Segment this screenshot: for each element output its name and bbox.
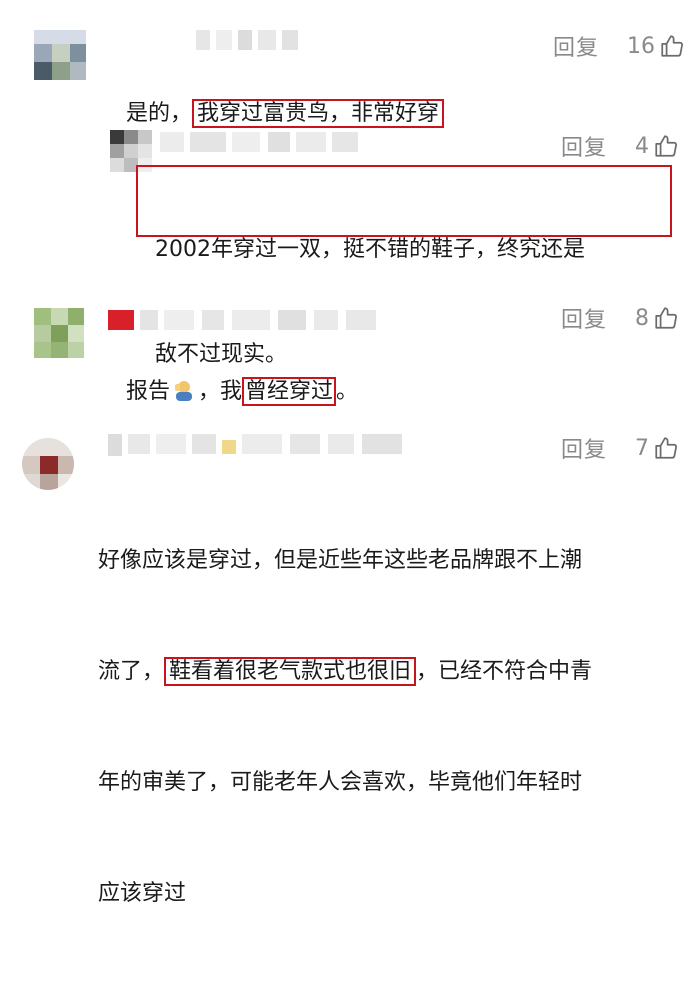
username-blurred[interactable]: [196, 30, 316, 52]
thumbs-up-icon[interactable]: [653, 133, 679, 159]
comment-actions: 回复 4: [561, 130, 679, 162]
username-blurred[interactable]: [108, 434, 408, 456]
thumbs-up-icon[interactable]: [653, 305, 679, 331]
reply-button[interactable]: 回复: [561, 130, 607, 162]
comment-3: 回复 8 报告 ，我 曾经穿过。: [0, 290, 700, 410]
comment-actions: 回复 7: [561, 432, 679, 464]
avatar[interactable]: [22, 438, 74, 490]
comment-text-line3: 年的审美了，可能老年人会喜欢，毕竟他们年轻时: [98, 770, 583, 795]
comment-text-line4: 应该穿过: [98, 881, 187, 906]
comment-text-line1: 2002年穿过一双，挺不错的鞋子，终究还是: [155, 237, 585, 262]
like-count: 16: [627, 33, 656, 59]
avatar[interactable]: [34, 30, 86, 80]
comment-actions: 回复 16: [553, 30, 685, 62]
comment-text-line2: 流了， 鞋看着很老气款式也很旧 ，已经不符合中青: [98, 653, 592, 690]
comment-4: 回复 7 好像应该是穿过，但是近些年这些老品牌跟不上潮 流了， 鞋看着很老气款式也…: [0, 420, 700, 906]
like-count: 4: [635, 133, 650, 159]
like-count: 7: [635, 435, 650, 461]
highlighted-text: 鞋看着很老气款式也很旧: [164, 657, 417, 686]
comment-text: 好像应该是穿过，但是近些年这些老品牌跟不上潮 流了， 鞋看着很老气款式也很旧 ，已经…: [98, 468, 592, 986]
comment-text-line2-prefix: 流了，: [98, 659, 165, 684]
comment-text-middle: ，我: [198, 379, 243, 404]
comment-text-line2-suffix: ，已经不符合中青: [416, 659, 593, 684]
reply-button[interactable]: 回复: [561, 432, 607, 464]
comment-1: 回复 16 是的， 我穿过富贵鸟，非常好穿: [0, 0, 700, 128]
person-emoji-icon: [172, 377, 196, 401]
comment-actions: 回复 8: [561, 302, 679, 334]
comment-2-reply: 回复 4 2002年穿过一双，挺不错的鞋子，终究还是 敌不过现实。: [0, 110, 700, 367]
thumbs-up-icon[interactable]: [659, 33, 685, 59]
like-count: 8: [635, 305, 650, 331]
reply-button[interactable]: 回复: [553, 30, 599, 62]
comment-text-suffix: 。: [336, 379, 359, 404]
avatar[interactable]: [34, 308, 84, 358]
comment-text-line1: 好像应该是穿过，但是近些年这些老品牌跟不上潮: [98, 548, 583, 573]
reply-button[interactable]: 回复: [561, 302, 607, 334]
comment-text-prefix: 报告: [125, 379, 170, 404]
username-blurred[interactable]: [160, 132, 400, 154]
thumbs-up-icon[interactable]: [653, 435, 679, 461]
username-blurred[interactable]: [108, 310, 378, 332]
highlighted-text: 曾经穿过: [242, 377, 337, 406]
